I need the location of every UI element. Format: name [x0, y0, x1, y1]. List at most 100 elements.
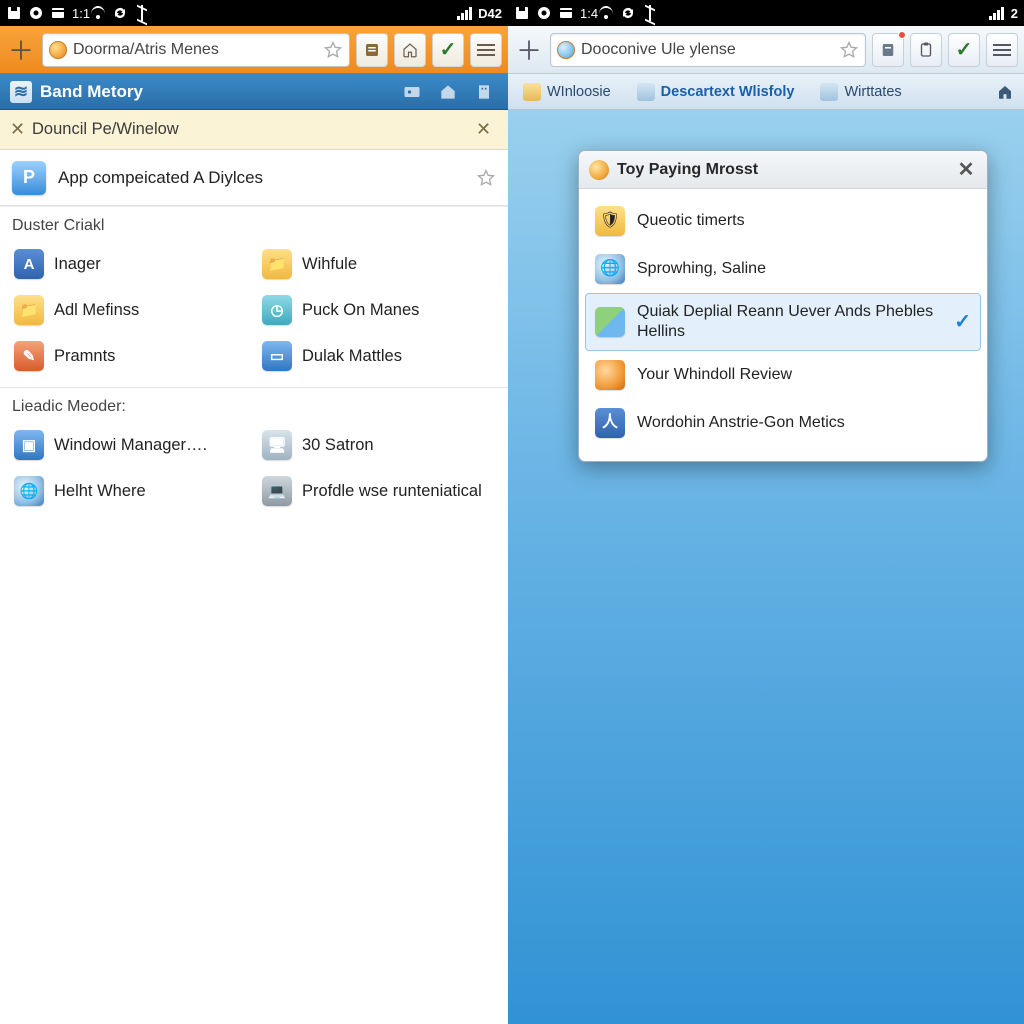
- list-item[interactable]: 🖥30 Satron: [254, 422, 502, 468]
- home-button[interactable]: [394, 33, 426, 67]
- popup-item[interactable]: 🛡 Queotic timerts: [585, 197, 981, 245]
- target-icon: [536, 5, 552, 21]
- confirm-button[interactable]: ✓: [948, 33, 980, 67]
- signal-icon: [456, 5, 472, 21]
- list-item[interactable]: AInager: [6, 241, 254, 287]
- featured-row[interactable]: P App compeicated A Diylces: [0, 150, 508, 206]
- save-icon: [6, 5, 22, 21]
- section1-label: Duster Criakl: [0, 206, 508, 241]
- section2-grid: ▣Windowi Manager…. 🖥30 Satron 🌐Helht Whe…: [0, 422, 508, 522]
- url-input[interactable]: [581, 41, 833, 59]
- save-icon: [514, 5, 530, 21]
- list-item[interactable]: 🌐Helht Where: [6, 468, 254, 514]
- tab-item[interactable]: Wirttates: [809, 74, 912, 109]
- status-label-right: 2: [1011, 6, 1018, 21]
- wifi-icon: [90, 5, 106, 21]
- clipboard-button[interactable]: [910, 33, 942, 67]
- popup-close-button[interactable]: ✕: [955, 159, 977, 181]
- popup-item[interactable]: 🌐 Sprowhing, Saline: [585, 245, 981, 293]
- pdf-icon: 人: [595, 408, 625, 438]
- tab-icon: [637, 83, 655, 101]
- category-header: ≋ Band Metory: [0, 74, 508, 110]
- status-label-left: D42: [478, 6, 502, 21]
- popup-header: Toy Paying Mrosst ✕: [579, 151, 987, 189]
- card-icon: [558, 5, 574, 21]
- favorite-star-icon[interactable]: [476, 168, 496, 188]
- orb-icon: [595, 360, 625, 390]
- window-icon: ▭: [262, 341, 292, 371]
- check-icon: ✓: [954, 310, 971, 335]
- right-pane: 1:4 2 ＋ ✓ WInloosie Descartext Wlisfoly …: [508, 0, 1024, 1024]
- popup-title-icon: [589, 160, 609, 180]
- tab-icon: [523, 83, 541, 101]
- clock-icon: ◷: [262, 295, 292, 325]
- monitor-icon: 🖥: [262, 430, 292, 460]
- folder-icon: 📁: [14, 295, 44, 325]
- status-bar-right: 1:4 2: [508, 0, 1024, 26]
- close-notice-button[interactable]: ✕: [10, 119, 32, 140]
- tab-item[interactable]: Descartext Wlisfoly: [626, 74, 806, 109]
- menu-button[interactable]: [470, 33, 502, 67]
- status-time-right: 1:4: [580, 6, 598, 21]
- sync-icon: [112, 5, 128, 21]
- status-bar-left: 1:1 D42: [0, 0, 508, 26]
- popup-window: Toy Paying Mrosst ✕ 🛡 Queotic timerts 🌐 …: [578, 150, 988, 462]
- list-item[interactable]: ✎Pramnts: [6, 333, 254, 379]
- notice-text: Douncil Pe/Winelow: [32, 120, 179, 139]
- address-bar[interactable]: [550, 33, 866, 67]
- popup-item[interactable]: Your Whindoll Review: [585, 351, 981, 399]
- browser-toolbar-right: ＋ ✓: [508, 26, 1024, 74]
- url-input[interactable]: [73, 41, 317, 59]
- bookmarks-bar: WInloosie Descartext Wlisfoly Wirttates: [508, 74, 1024, 110]
- new-tab-button[interactable]: ＋: [6, 33, 36, 67]
- signal-icon: [989, 5, 1005, 21]
- list-item[interactable]: ◷Puck On Manes: [254, 287, 502, 333]
- category-title: Band Metory: [40, 82, 143, 102]
- target-icon: [28, 5, 44, 21]
- app-icon: A: [14, 249, 44, 279]
- left-pane: 1:1 D42 ＋ ✓ ≋ Band Metory ✕ Douncil: [0, 0, 508, 1024]
- wifi-icon: [598, 5, 614, 21]
- list-item[interactable]: 📁Wihfule: [254, 241, 502, 287]
- popup-item-selected[interactable]: Quiak Deplial Reann Uever Ands Phebles H…: [585, 293, 981, 351]
- tab-item[interactable]: WInloosie: [512, 74, 622, 109]
- bluetooth-icon: [642, 5, 658, 21]
- popup-title: Toy Paying Mrosst: [617, 161, 758, 179]
- globe-icon: 🌐: [595, 254, 625, 284]
- popup-item[interactable]: 人 Wordohin Anstrie-Gon Metics: [585, 399, 981, 447]
- list-item[interactable]: 💻Profdle wse runteniatical: [254, 468, 502, 514]
- new-tab-button[interactable]: ＋: [514, 33, 544, 67]
- folder-icon: 📁: [262, 249, 292, 279]
- menu-button[interactable]: [986, 33, 1018, 67]
- list-item[interactable]: ▣Windowi Manager….: [6, 422, 254, 468]
- manager-icon: ▣: [14, 430, 44, 460]
- gallery-icon[interactable]: [398, 79, 426, 105]
- building-icon[interactable]: [470, 79, 498, 105]
- tab-icon: [820, 83, 838, 101]
- notification-dot-icon: [898, 31, 906, 39]
- tool-icon: ✎: [14, 341, 44, 371]
- sync-icon: [620, 5, 636, 21]
- site-favicon-icon: [557, 41, 575, 59]
- popup-list: 🛡 Queotic timerts 🌐 Sprowhing, Saline Qu…: [579, 189, 987, 461]
- status-time-left: 1:1: [72, 6, 90, 21]
- browser-toolbar-left: ＋ ✓: [0, 26, 508, 74]
- dismiss-notice-button[interactable]: ✕: [476, 119, 498, 140]
- list-item[interactable]: ▭Dulak Mattles: [254, 333, 502, 379]
- address-bar[interactable]: [42, 33, 350, 67]
- downloads-button[interactable]: [872, 33, 904, 67]
- house-icon[interactable]: [434, 79, 462, 105]
- bookmark-star-icon[interactable]: [839, 40, 859, 60]
- reader-button[interactable]: [356, 33, 388, 67]
- bookmark-star-icon[interactable]: [323, 40, 343, 60]
- globe-icon: 🌐: [14, 476, 44, 506]
- shield-icon: 🛡: [595, 206, 625, 236]
- card-icon: [50, 5, 66, 21]
- list-item[interactable]: 📁Adl Mefinss: [6, 287, 254, 333]
- site-favicon-icon: [49, 41, 67, 59]
- featured-app-icon: P: [12, 161, 46, 195]
- overflow-button[interactable]: [990, 74, 1020, 109]
- section2-label: Lieadic Meoder:: [0, 387, 508, 422]
- picture-icon: [595, 307, 625, 337]
- confirm-button[interactable]: ✓: [432, 33, 464, 67]
